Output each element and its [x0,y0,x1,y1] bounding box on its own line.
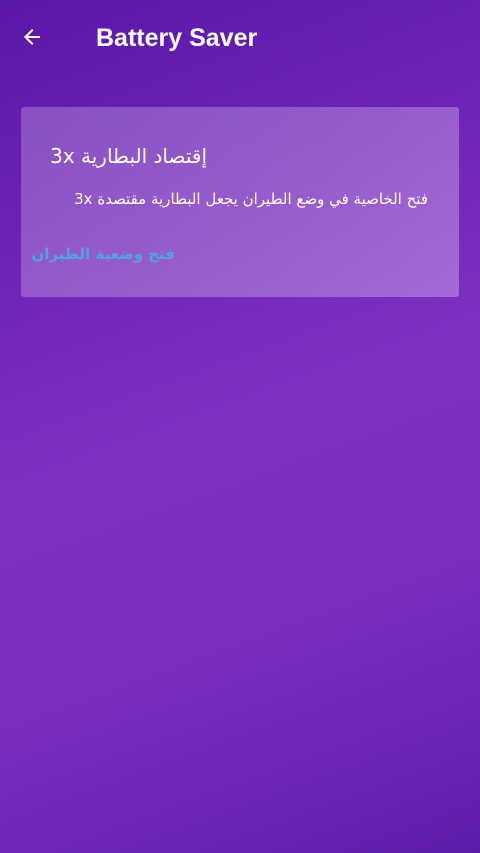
battery-saver-card: إقتصاد البطارية 3x فتح الخاصية في وضع ال… [21,107,459,297]
card-title: إقتصاد البطارية 3x [50,144,207,168]
card-description: فتح الخاصية في وضع الطيران يجعل البطارية… [74,190,428,208]
back-button[interactable] [14,19,50,55]
page-title: Battery Saver [96,24,258,52]
enable-airplane-mode-link[interactable]: فتح وضعية الطيران [32,243,176,265]
app-bar: Battery Saver [0,0,480,78]
arrow-left-icon [24,29,40,45]
